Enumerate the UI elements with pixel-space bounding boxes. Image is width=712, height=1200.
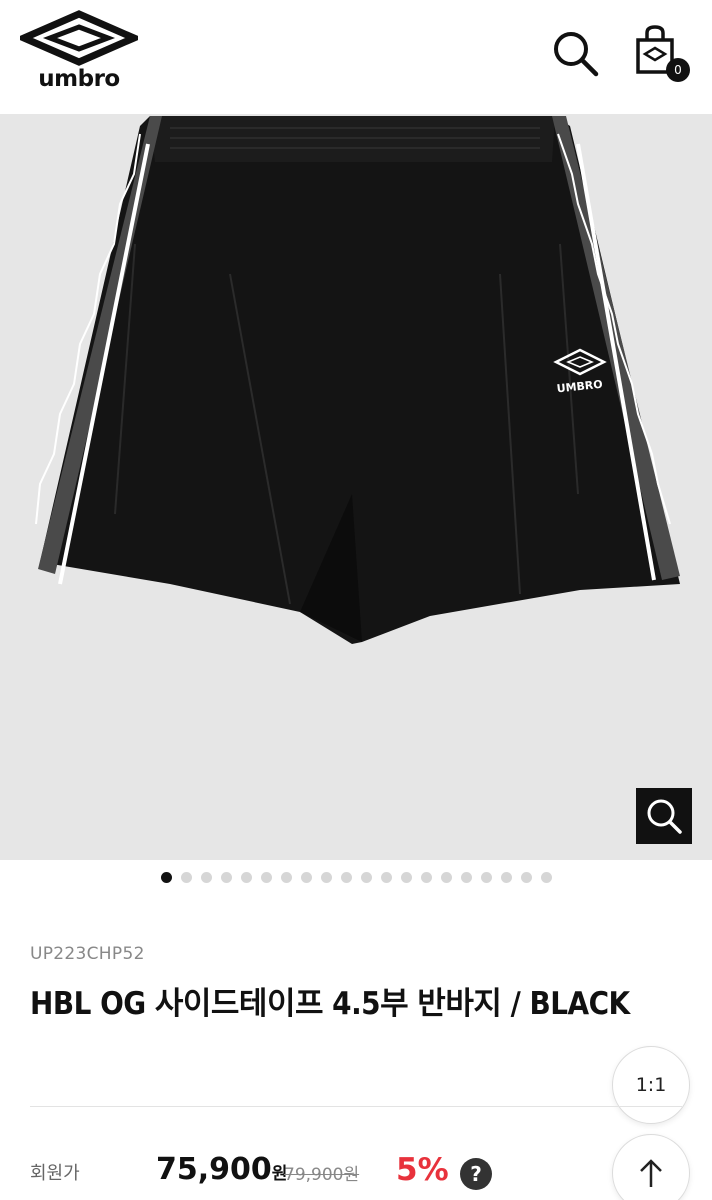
gallery-dot[interactable] [540, 872, 552, 883]
gallery-dot[interactable] [260, 872, 272, 883]
product-sku: UP223CHP52 [30, 944, 145, 964]
gallery-dot[interactable] [340, 872, 352, 883]
search-button[interactable] [548, 26, 602, 80]
cart-button[interactable]: 0 [632, 24, 692, 84]
product-image-shorts: UMBRO [35, 116, 680, 644]
divider [30, 1106, 682, 1107]
ratio-toggle-button[interactable]: 1:1 [612, 1046, 690, 1124]
gallery-dot[interactable] [420, 872, 432, 883]
product-image-gallery[interactable]: UMBRO [0, 114, 712, 860]
help-icon[interactable]: ? [460, 1158, 492, 1190]
gallery-dot[interactable] [320, 872, 332, 883]
gallery-dot[interactable] [220, 872, 232, 883]
gallery-dot[interactable] [440, 872, 452, 883]
cart-count-badge: 0 [666, 58, 690, 82]
gallery-dot[interactable] [200, 872, 212, 883]
zoom-button[interactable] [636, 788, 692, 844]
gallery-pagination[interactable] [0, 872, 712, 886]
gallery-dot[interactable] [380, 872, 392, 883]
brand-logo[interactable]: umbro [15, 10, 143, 92]
sale-price: 75,900원 [156, 1152, 287, 1187]
zoom-icon [647, 799, 682, 834]
scroll-top-button[interactable] [612, 1134, 690, 1200]
original-price: 79,900원 [284, 1165, 360, 1185]
price-row: 회원가 75,900원 79,900원 5% ? [30, 1150, 630, 1196]
gallery-dot[interactable] [460, 872, 472, 883]
gallery-dot[interactable] [280, 872, 292, 883]
gallery-dot[interactable] [180, 872, 192, 883]
gallery-dot[interactable] [500, 872, 512, 883]
sale-price-value: 75,900 [156, 1152, 272, 1187]
discount-rate: 5% [396, 1152, 449, 1188]
umbro-diamond-icon [15, 10, 143, 66]
gallery-dot[interactable] [360, 872, 372, 883]
gallery-dot[interactable] [480, 872, 492, 883]
gallery-dot[interactable] [520, 872, 532, 883]
gallery-dot[interactable] [240, 872, 252, 883]
product-title: HBL OG 사이드테이프 4.5부 반바지 / BLACK [30, 986, 630, 1022]
gallery-dot[interactable] [400, 872, 412, 883]
member-price-label: 회원가 [30, 1163, 80, 1184]
gallery-dot[interactable] [160, 872, 172, 883]
gallery-dot[interactable] [300, 872, 312, 883]
brand-name: umbro [38, 66, 120, 92]
arrow-up-icon [640, 1159, 662, 1187]
site-header: umbro 0 [0, 0, 712, 114]
search-icon [554, 32, 599, 77]
